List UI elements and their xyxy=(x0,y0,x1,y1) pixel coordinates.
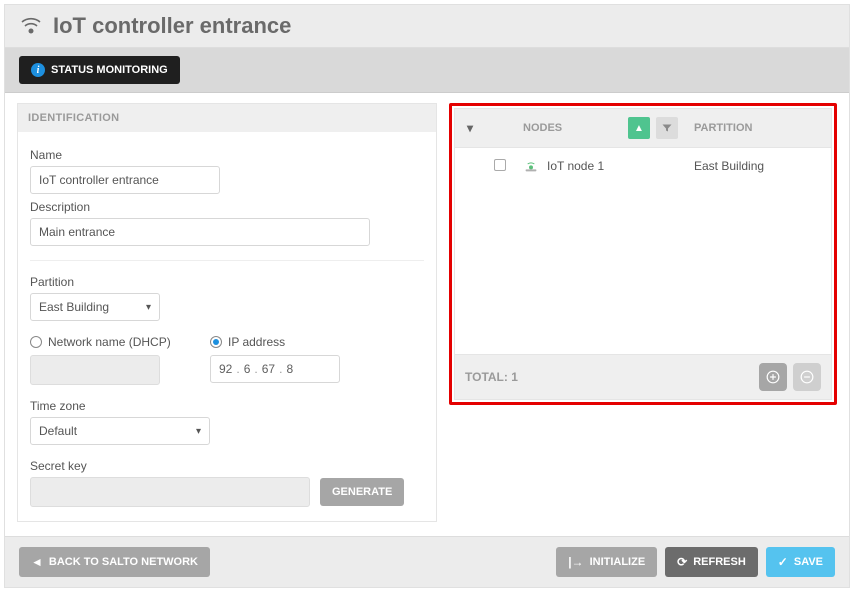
chevron-left-icon: ◄ xyxy=(31,555,43,569)
add-node-button[interactable] xyxy=(759,363,787,391)
column-partition-label[interactable]: PARTITION xyxy=(686,114,831,142)
iot-controller-icon xyxy=(19,14,43,38)
timezone-value: Default xyxy=(39,424,77,438)
network-dhcp-label: Network name (DHCP) xyxy=(48,335,171,349)
refresh-icon: ⟳ xyxy=(677,555,687,569)
save-label: SAVE xyxy=(794,556,823,568)
nodes-total-bar: TOTAL: 1 xyxy=(454,354,832,400)
chevron-down-icon: ▾ xyxy=(146,302,151,313)
page-title: IoT controller entrance xyxy=(53,13,291,39)
chevron-down-icon: ▾ xyxy=(467,121,473,135)
description-label: Description xyxy=(30,200,424,214)
sort-asc-button[interactable]: ▲ xyxy=(628,117,650,139)
identification-panel: IDENTIFICATION Name IoT controller entra… xyxy=(17,103,437,522)
status-monitoring-button[interactable]: i STATUS MONITORING xyxy=(19,56,180,84)
column-nodes-label[interactable]: NODES xyxy=(523,122,562,134)
timezone-select[interactable]: Default ▾ xyxy=(30,417,210,445)
initialize-button[interactable]: |→ INITIALIZE xyxy=(556,547,657,577)
back-label: BACK TO SALTO NETWORK xyxy=(49,556,198,568)
node-partition: East Building xyxy=(686,149,831,183)
partition-value: East Building xyxy=(39,300,109,314)
refresh-label: REFRESH xyxy=(693,556,746,568)
chevron-down-icon: ▾ xyxy=(196,426,201,437)
select-all-checkbox-header xyxy=(485,120,515,136)
footer-bar: ◄ BACK TO SALTO NETWORK |→ INITIALIZE ⟳ … xyxy=(5,536,849,587)
radio-checked-icon xyxy=(210,336,222,348)
sub-toolbar: i STATUS MONITORING xyxy=(5,48,849,93)
expand-all-toggle[interactable]: ▾ xyxy=(455,113,485,143)
nodes-table-header: ▾ NODES ▲ PARTITION xyxy=(454,108,832,148)
status-monitoring-label: STATUS MONITORING xyxy=(51,64,168,76)
secret-key-input-disabled xyxy=(30,477,310,507)
sync-icon: |→ xyxy=(568,555,583,569)
name-input[interactable]: IoT controller entrance xyxy=(30,166,220,194)
ip-octet-4[interactable]: 8 xyxy=(286,362,293,376)
nodes-table-body-empty xyxy=(454,184,832,354)
nodes-panel: ▾ NODES ▲ PARTITION xyxy=(449,103,837,522)
iot-node-icon xyxy=(523,158,539,174)
ip-octet-1[interactable]: 92 xyxy=(219,362,232,376)
timezone-label: Time zone xyxy=(30,399,424,413)
network-ip-label: IP address xyxy=(228,335,285,349)
total-count: 1 xyxy=(511,370,518,384)
dhcp-name-input-disabled xyxy=(30,355,160,385)
back-button[interactable]: ◄ BACK TO SALTO NETWORK xyxy=(19,547,210,577)
title-bar: IoT controller entrance xyxy=(5,5,849,48)
initialize-label: INITIALIZE xyxy=(590,556,646,568)
filter-button[interactable] xyxy=(656,117,678,139)
network-dhcp-radio[interactable]: Network name (DHCP) xyxy=(30,335,180,349)
name-label: Name xyxy=(30,148,424,162)
main-content: IDENTIFICATION Name IoT controller entra… xyxy=(5,93,849,536)
network-ip-radio[interactable]: IP address xyxy=(210,335,340,349)
app-window: IoT controller entrance i STATUS MONITOR… xyxy=(4,4,850,588)
table-row[interactable]: IoT node 1 East Building xyxy=(454,148,832,184)
save-button[interactable]: ✓ SAVE xyxy=(766,547,835,577)
ip-address-input[interactable]: 92. 6. 67. 8 xyxy=(210,355,340,383)
nodes-highlight-box: ▾ NODES ▲ PARTITION xyxy=(449,103,837,405)
node-name: IoT node 1 xyxy=(547,159,604,173)
ip-octet-3[interactable]: 67 xyxy=(262,362,275,376)
ip-octet-2[interactable]: 6 xyxy=(244,362,251,376)
partition-label: Partition xyxy=(30,275,424,289)
remove-node-button[interactable] xyxy=(793,363,821,391)
total-label: TOTAL: xyxy=(465,370,508,384)
identification-header: IDENTIFICATION xyxy=(18,104,436,132)
description-input[interactable]: Main entrance xyxy=(30,218,370,246)
row-checkbox[interactable] xyxy=(494,159,506,171)
generate-button[interactable]: GENERATE xyxy=(320,478,404,506)
radio-unchecked-icon xyxy=(30,336,42,348)
partition-select[interactable]: East Building ▾ xyxy=(30,293,160,321)
secret-key-label: Secret key xyxy=(30,459,424,473)
refresh-button[interactable]: ⟳ REFRESH xyxy=(665,547,758,577)
check-icon: ✓ xyxy=(778,555,788,569)
info-icon: i xyxy=(31,63,45,77)
